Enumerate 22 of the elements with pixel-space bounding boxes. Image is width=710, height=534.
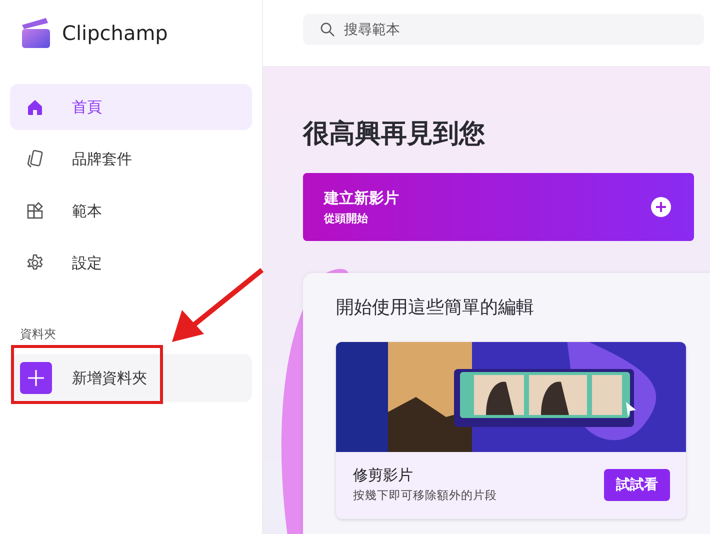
create-video-button[interactable]: 建立新影片 從頭開始 (303, 173, 694, 241)
plus-circle-icon (651, 197, 671, 217)
logo-icon (20, 16, 52, 48)
home-icon (25, 97, 45, 117)
section-label: 資料夾 (20, 326, 57, 343)
create-subtitle: 從頭開始 (324, 210, 369, 226)
sidebar-item[interactable]: 設定 (10, 240, 252, 286)
sidebar-item[interactable]: 品牌套件 (10, 136, 252, 182)
sidebar-item[interactable]: 首頁 (10, 84, 252, 130)
card-description: 按幾下即可移除額外的片段 (353, 488, 497, 503)
app-name: Clipchamp (62, 20, 168, 44)
grid-icon (25, 201, 45, 221)
search-field[interactable]: 搜尋範本 (303, 14, 704, 45)
plus-icon (20, 362, 52, 394)
page-heading: 很高興再見到您 (303, 118, 486, 151)
section-heading: 開始使用這些簡單的編輯 (336, 296, 535, 319)
cards-icon (25, 149, 45, 169)
try-button[interactable]: 試試看 (604, 468, 670, 500)
create-title: 建立新影片 (324, 188, 399, 208)
new-folder-item[interactable]: 新增資料夾 (10, 354, 252, 402)
sidebar-item[interactable]: 範本 (10, 188, 252, 234)
card-title: 修剪影片 (353, 466, 414, 485)
